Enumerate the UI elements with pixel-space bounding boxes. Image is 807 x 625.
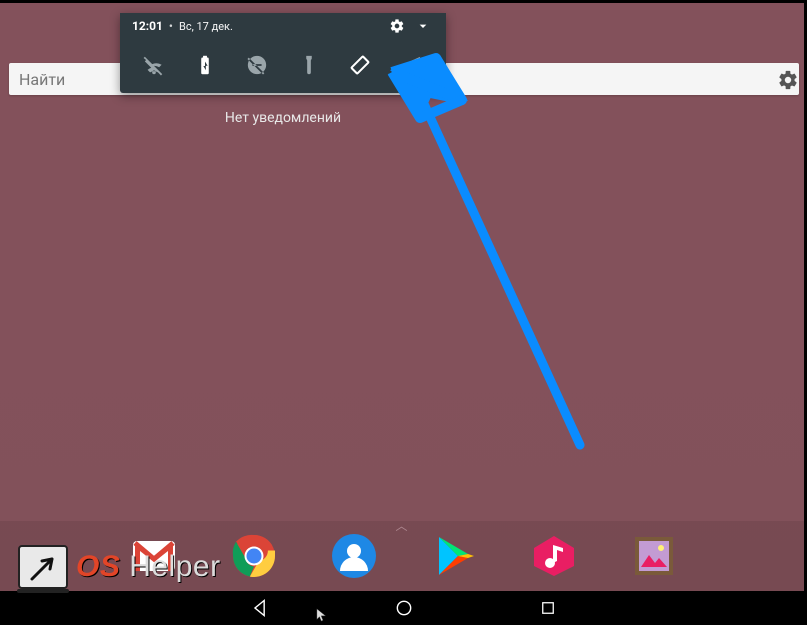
dnd-off-icon[interactable]	[240, 48, 274, 82]
quick-settings-row	[120, 39, 446, 91]
settings-gear-icon[interactable]	[386, 18, 408, 34]
nav-back-icon[interactable]	[248, 596, 272, 620]
chrome-app[interactable]	[231, 533, 277, 579]
separator-dot: •	[169, 19, 173, 33]
location-icon[interactable]	[395, 48, 429, 82]
date-label: Вс, 17 дек.	[179, 20, 233, 33]
watermark-monitor-icon	[18, 545, 68, 589]
nav-home-icon[interactable]	[392, 596, 416, 620]
notification-panel[interactable]: 12:01 • Вс, 17 дек.	[120, 13, 446, 93]
wifi-off-icon[interactable]	[137, 48, 171, 82]
battery-charging-icon[interactable]	[188, 48, 222, 82]
watermark-brand-suffix: Helper	[120, 550, 220, 583]
watermark-text: OS Helper	[76, 550, 221, 584]
search-settings-gear-icon[interactable]	[773, 65, 803, 95]
clock-time: 12:01	[132, 19, 163, 33]
navigation-bar	[0, 591, 807, 625]
notif-header: 12:01 • Вс, 17 дек.	[120, 13, 446, 39]
gallery-app[interactable]	[631, 533, 677, 579]
expand-chevron-down-icon[interactable]	[412, 18, 434, 34]
contacts-app[interactable]	[331, 533, 377, 579]
auto-rotate-icon[interactable]	[343, 48, 377, 82]
watermark: OS Helper	[18, 545, 221, 589]
play-store-app[interactable]	[431, 533, 477, 579]
music-app[interactable]	[531, 533, 577, 579]
mouse-cursor-icon	[316, 607, 330, 621]
flashlight-icon[interactable]	[292, 48, 326, 82]
watermark-brand-prefix: OS	[76, 550, 120, 583]
search-placeholder: Найти	[19, 70, 65, 89]
no-notifications-text: Нет уведомлений	[120, 110, 446, 126]
nav-recent-icon[interactable]	[536, 596, 560, 620]
